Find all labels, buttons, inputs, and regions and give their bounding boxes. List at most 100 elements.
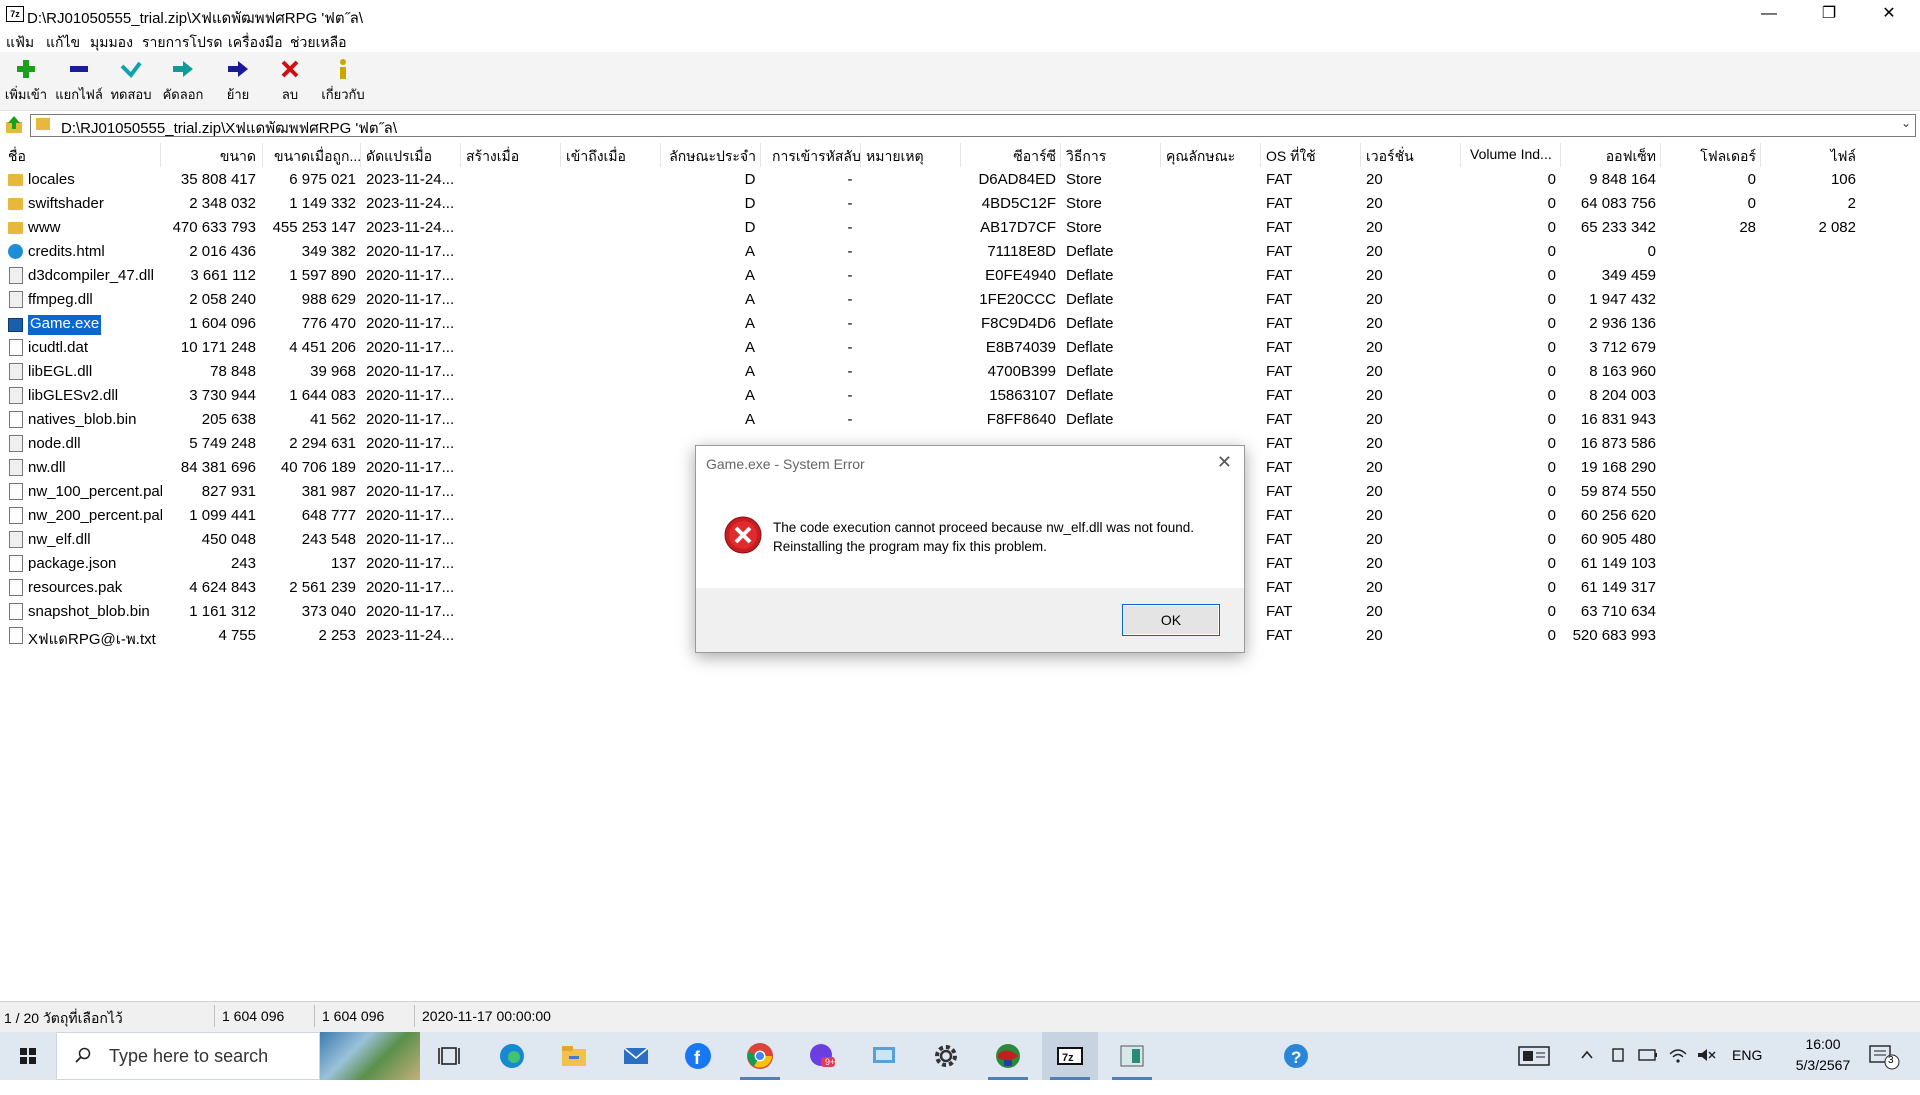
taskbar-control-panel[interactable] bbox=[856, 1032, 912, 1080]
cell-offset: 61 149 317 bbox=[1580, 579, 1656, 596]
speaker-muted-icon[interactable] bbox=[1696, 1046, 1716, 1064]
add-button[interactable]: เพิ่มเข้า bbox=[4, 56, 48, 110]
start-button[interactable] bbox=[0, 1032, 56, 1080]
title-bar: 7z D:\RJ01050555_trial.zip\Xฟแดพัฒพฟศ‎RP… bbox=[0, 0, 1920, 30]
taskbar-mail[interactable] bbox=[608, 1032, 664, 1080]
menu-view[interactable]: มุมมอง bbox=[90, 32, 133, 54]
col-name[interactable]: ชื่อ bbox=[8, 146, 158, 166]
table-row[interactable]: Game.exe 1 604 096 776 470 2020-11-17... A - F… bbox=[0, 312, 1920, 336]
address-input[interactable]: D:\RJ01050555_trial.zip\Xฟแดพัฒพฟศ‎RPG '… bbox=[30, 114, 1916, 137]
cell-vol: 0 bbox=[1547, 339, 1556, 356]
address-bar: D:\RJ01050555_trial.zip\Xฟแดพัฒพฟศ‎RPG '… bbox=[0, 112, 1920, 138]
cell-size: 470 633 793 bbox=[172, 219, 256, 236]
col-attributes[interactable]: ลักษณะประจำ bbox=[662, 146, 756, 166]
col-created[interactable]: สร้างเมื่อ bbox=[466, 146, 554, 166]
cell-packed: 2 294 631 bbox=[289, 435, 356, 452]
extract-button[interactable]: แยกไฟล์ bbox=[54, 56, 104, 110]
close-button[interactable]: ✕ bbox=[1866, 0, 1912, 30]
taskbar-7zip[interactable]: 7z bbox=[1042, 1032, 1098, 1080]
col-crc[interactable]: ซีอาร์ซี bbox=[962, 146, 1056, 166]
delete-icon bbox=[281, 60, 299, 78]
table-row[interactable]: credits.html 2 016 436 349 382 2020-11-17..… bbox=[0, 240, 1920, 264]
col-accessed[interactable]: เข้าถึงเมื่อ bbox=[566, 146, 654, 166]
taskbar-file-explorer[interactable] bbox=[546, 1032, 602, 1080]
cell-offset: 0 bbox=[1647, 243, 1656, 260]
cell-files: 2 bbox=[1847, 195, 1856, 212]
dialog-title: Game.exe - System Error bbox=[706, 456, 865, 472]
table-row[interactable]: ffmpeg.dll 2 058 240 988 629 2020-11-17... A… bbox=[0, 288, 1920, 312]
notification-center-icon[interactable] bbox=[1868, 1044, 1902, 1070]
col-folders[interactable]: โฟลเดอร์ bbox=[1662, 146, 1756, 166]
menu-tools[interactable]: เครื่องมือ bbox=[228, 32, 283, 54]
menu-favorites[interactable]: รายการโปรด bbox=[142, 32, 222, 54]
move-button[interactable]: ย้าย bbox=[218, 56, 258, 110]
up-folder-icon[interactable] bbox=[4, 115, 24, 135]
language-indicator[interactable]: ENG bbox=[1732, 1047, 1762, 1095]
col-comment[interactable]: หมายเหตุ bbox=[866, 146, 954, 166]
minimize-button[interactable]: — bbox=[1746, 0, 1792, 30]
table-row[interactable]: natives_blob.bin 205 638 41 562 2020-11-17.… bbox=[0, 408, 1920, 432]
col-size[interactable]: ขนาด bbox=[162, 146, 256, 166]
maximize-button[interactable]: ❐ bbox=[1806, 0, 1852, 30]
file-icon bbox=[9, 579, 23, 596]
menu-help[interactable]: ช่วยเหลือ bbox=[290, 32, 347, 54]
file-name: icudtl.dat bbox=[28, 339, 89, 356]
cell-vol: 0 bbox=[1547, 387, 1556, 404]
table-row[interactable]: locales 35 808 417 6 975 021 2023-11-24... D… bbox=[0, 168, 1920, 192]
copy-button[interactable]: คัดลอก bbox=[160, 56, 206, 110]
table-row[interactable]: libEGL.dll 78 848 39 968 2020-11-17... A - 470… bbox=[0, 360, 1920, 384]
table-row[interactable]: icudtl.dat 10 171 248 4 451 206 2020-11-17.… bbox=[0, 336, 1920, 360]
menu-file[interactable]: แฟ้ม bbox=[6, 32, 34, 54]
taskbar-edge[interactable] bbox=[484, 1032, 540, 1080]
cell-ver: 20 bbox=[1366, 507, 1383, 524]
cell-size: 4 624 843 bbox=[189, 579, 256, 596]
gear-icon bbox=[935, 1045, 957, 1067]
cell-attr: A bbox=[744, 387, 755, 404]
cell-modified: 2020-11-17... bbox=[366, 267, 455, 284]
file-icon bbox=[9, 267, 23, 284]
cell-folders bbox=[1662, 507, 1756, 527]
search-highlight-image[interactable] bbox=[320, 1032, 420, 1080]
col-modified[interactable]: ดัดแปรเมื่อ bbox=[366, 146, 454, 166]
taskbar-game[interactable] bbox=[1104, 1032, 1160, 1080]
table-row[interactable]: libGLESv2.dll 3 730 944 1 644 083 2020-11-1… bbox=[0, 384, 1920, 408]
col-offset[interactable]: ออฟเซ็ท bbox=[1562, 146, 1656, 166]
col-packed-size[interactable]: ขนาดเมื่อถูก... bbox=[274, 146, 362, 166]
cell-attr: A bbox=[744, 243, 755, 260]
col-host-os[interactable]: OS ที่ใช้ bbox=[1266, 146, 1354, 166]
table-row[interactable]: d3dcompiler_47.dll 3 661 112 1 597 890 2020… bbox=[0, 264, 1920, 288]
col-encrypted[interactable]: การเข้ารหัสลับ bbox=[772, 146, 860, 166]
col-method[interactable]: วิธีการ bbox=[1066, 146, 1154, 166]
table-row[interactable]: swiftshader 2 348 032 1 149 332 2023-11-24.… bbox=[0, 192, 1920, 216]
file-name: nw_elf.dll bbox=[28, 531, 91, 548]
chevron-up-icon[interactable] bbox=[1580, 1048, 1594, 1062]
taskbar-winrar[interactable] bbox=[980, 1032, 1036, 1080]
col-files[interactable]: ไฟล์ bbox=[1762, 146, 1856, 166]
taskbar-settings[interactable] bbox=[918, 1032, 974, 1080]
cell-folders: 28 bbox=[1739, 219, 1756, 236]
wifi-icon[interactable] bbox=[1668, 1046, 1688, 1064]
taskbar-search[interactable]: Type here to search bbox=[56, 1032, 320, 1080]
device-icon[interactable] bbox=[1610, 1046, 1626, 1064]
cell-size: 1 604 096 bbox=[189, 315, 256, 332]
taskbar-chrome[interactable] bbox=[732, 1032, 788, 1080]
ok-button[interactable]: OK bbox=[1122, 604, 1220, 636]
col-volume-index[interactable]: Volume Ind... bbox=[1470, 146, 1560, 166]
news-widget-icon[interactable] bbox=[1518, 1046, 1550, 1066]
table-row[interactable]: www 470 633 793 455 253 147 2023-11-24... D -… bbox=[0, 216, 1920, 240]
cell-size: 450 048 bbox=[201, 531, 256, 548]
menu-edit[interactable]: แก้ไข bbox=[46, 32, 80, 54]
chevron-down-icon[interactable]: ⌄ bbox=[1901, 116, 1911, 130]
battery-icon[interactable] bbox=[1638, 1048, 1658, 1062]
about-button[interactable]: เกี่ยวกับ bbox=[318, 56, 368, 110]
cell-enc: - bbox=[847, 219, 853, 236]
dialog-close-button[interactable]: ✕ bbox=[1217, 452, 1232, 473]
col-characteristics[interactable]: คุณลักษณะ bbox=[1166, 146, 1254, 166]
task-view-button[interactable] bbox=[422, 1032, 478, 1080]
col-version[interactable]: เวอร์ชั่น bbox=[1366, 146, 1454, 166]
delete-button[interactable]: ลบ bbox=[270, 56, 310, 110]
test-button[interactable]: ทดสอบ bbox=[108, 56, 154, 110]
taskbar-help[interactable]: ? bbox=[1268, 1032, 1324, 1080]
taskbar-messenger[interactable]: 9+ bbox=[794, 1032, 850, 1080]
taskbar-facebook[interactable]: f bbox=[670, 1032, 726, 1080]
